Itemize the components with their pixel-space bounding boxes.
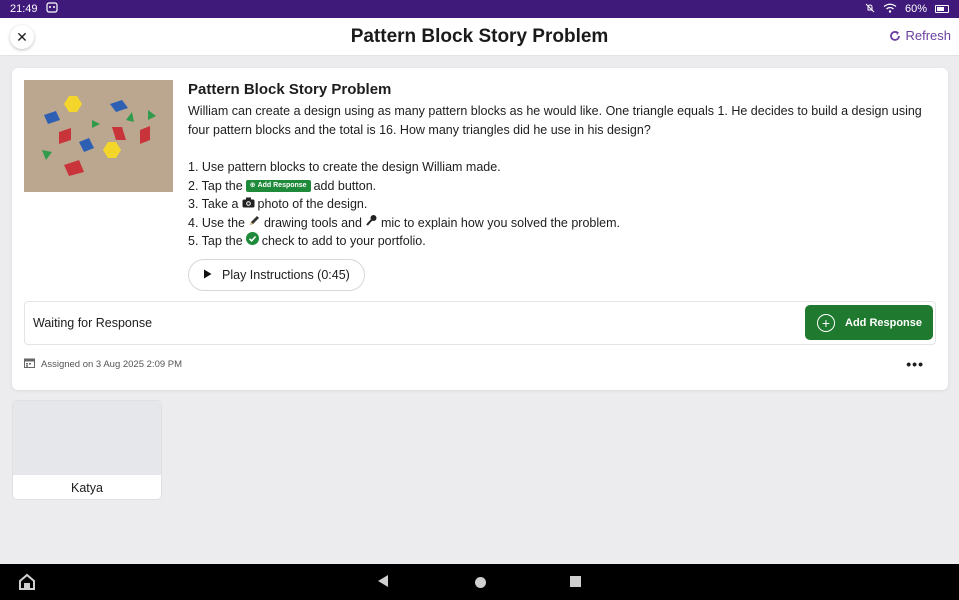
step-4: 4. Use the drawing tools and mic to expl… [188,214,938,233]
plus-icon: ⊕ [249,181,256,189]
battery-icon [935,5,949,13]
pen-icon [248,214,261,233]
add-response-label: Add Response [845,316,923,329]
notification-icon [45,2,58,16]
check-icon [245,232,259,251]
back-icon[interactable] [378,575,388,587]
recents-icon[interactable] [570,576,581,587]
camera-icon [242,195,255,214]
refresh-label: Refresh [905,28,951,43]
student-tile[interactable]: Katya [12,400,162,500]
assigned-info: Assigned on 3 Aug 2025 2:09 PM [24,358,182,371]
step-2-prefix: 2. Tap the [188,178,243,193]
add-circle-icon: + [817,313,835,332]
status-bar: 21:49 60% [0,0,959,18]
wifi-icon [883,3,897,16]
page-title: Pattern Block Story Problem [350,25,609,47]
instruction-steps: 1. Use pattern blocks to create the desi… [188,158,938,251]
add-response-button[interactable]: + Add Response [805,305,933,340]
step-4-mid: drawing tools and [263,215,362,230]
close-button[interactable]: ✕ [10,25,34,49]
step-5-suffix: check to add to your portfolio. [261,234,426,248]
step-4-suffix: mic to explain how you solved the proble… [380,215,620,230]
chip-label: Add Response [257,181,307,189]
play-icon [203,268,212,282]
system-nav-bar [0,564,959,600]
step-4-prefix: 4. Use the [188,215,245,230]
home-circle-icon[interactable] [475,577,486,588]
calendar-icon [24,358,35,371]
battery-label: 60% [904,3,927,15]
step-3-suffix: photo of the design. [257,197,368,211]
step-1-text: 1. Use pattern blocks to create the desi… [188,160,501,174]
refresh-icon [890,30,901,41]
play-instructions-button[interactable]: Play Instructions (0:45) [188,258,365,291]
step-2-suffix: add button. [313,178,377,193]
task-thumbnail[interactable] [24,80,173,192]
app-header: ✕ Pattern Block Story Problem Refresh [0,18,959,56]
more-options-button[interactable]: ••• [906,356,924,372]
more-icon: ••• [906,356,924,372]
task-title: Pattern Block Story Problem [188,81,392,98]
student-avatar [13,401,161,475]
step-5: 5. Tap the check to add to your portfoli… [188,232,938,251]
student-name: Katya [71,481,103,495]
task-card: Pattern Block Story Problem William can … [12,68,948,390]
task-description: William can create a design using as man… [188,104,922,137]
step-3: 3. Take a photo of the design. [188,195,938,214]
play-instructions-label: Play Instructions (0:45) [222,267,350,282]
assigned-date: Assigned on 3 Aug 2025 2:09 PM [41,359,183,370]
step-5-prefix: 5. Tap the [188,234,243,248]
refresh-button[interactable]: Refresh [889,28,951,43]
close-icon: ✕ [16,28,28,45]
home-icon[interactable] [18,573,36,595]
step-3-prefix: 3. Take a [188,197,239,211]
response-status: Waiting for Response [33,316,153,330]
mic-icon [365,214,378,233]
mute-icon [865,3,875,16]
status-time: 21:49 [10,3,38,15]
add-response-chip: ⊕ Add Response [245,179,311,192]
response-area: Waiting for Response + Add Response [24,301,936,345]
step-2: 2. Tap the ⊕ Add Response add button. [188,177,938,196]
step-1: 1. Use pattern blocks to create the desi… [188,158,938,177]
